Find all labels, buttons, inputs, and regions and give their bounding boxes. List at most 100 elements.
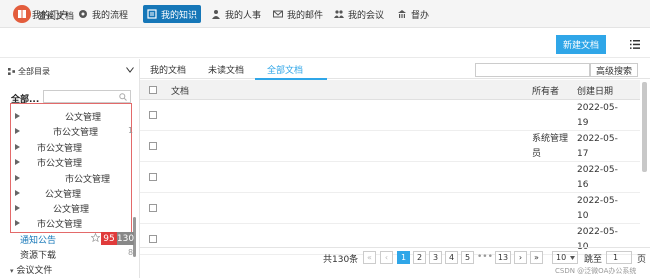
total-count-badge: 130	[116, 232, 135, 245]
nav-item-label: 督办	[411, 10, 430, 21]
first-page-button[interactable]: «	[363, 251, 376, 264]
meeting-icon	[334, 10, 344, 18]
new-document-button[interactable]: 新建文档	[556, 35, 606, 54]
chevron-down-icon	[570, 256, 575, 260]
tab-unread-documents[interactable]: 未读文档	[208, 63, 244, 76]
tree-item[interactable]: 公文管理	[65, 110, 101, 123]
nav-item-hr[interactable]: 我的人事	[207, 5, 265, 23]
nav-item-supervise[interactable]: 督办	[393, 5, 433, 23]
prev-page-button[interactable]: ‹	[380, 251, 393, 264]
page-button[interactable]: 3	[429, 251, 442, 264]
cell-created-date: 2022-05-16	[577, 165, 618, 190]
workflow-icon	[79, 10, 87, 18]
column-header-created[interactable]: 创建日期	[577, 84, 613, 97]
tree-item-count: 1	[128, 126, 134, 135]
directory-select[interactable]: 全部目录	[8, 64, 134, 78]
expand-arrow-icon[interactable]	[15, 159, 20, 165]
expand-arrow-icon[interactable]	[15, 175, 20, 181]
tree-item[interactable]: 市公文管理	[37, 141, 82, 154]
caret-down-icon: ▾	[10, 267, 14, 275]
tree-item[interactable]: 公文管理	[53, 202, 89, 215]
tree-item[interactable]: 市公文管理	[65, 172, 110, 185]
chevron-down-icon	[126, 67, 134, 73]
tree-item-meeting[interactable]: ▾ 会议文件	[10, 263, 52, 276]
person-icon	[212, 10, 220, 19]
row-checkbox[interactable]	[149, 173, 157, 181]
tree-item-resource[interactable]: 资源下载	[20, 248, 56, 261]
table-row[interactable]: 2022-05-16	[140, 163, 640, 193]
jump-label: 跳至	[584, 255, 603, 265]
table-header: 文档 所有者 创建日期	[140, 80, 640, 100]
tree-item-notice[interactable]: 通知公告	[20, 233, 56, 246]
tree-item-label: 会议文件	[16, 266, 53, 276]
page-header	[0, 30, 650, 58]
nav-item-label: 我的流程	[92, 10, 129, 21]
resource-count: 8	[128, 248, 134, 257]
menu-icon[interactable]	[630, 40, 640, 49]
search-icon	[119, 93, 127, 101]
knowledge-icon	[147, 9, 157, 19]
page-button[interactable]: 1	[397, 251, 410, 264]
row-checkbox[interactable]	[149, 235, 157, 243]
advanced-search-button[interactable]: 高级搜索	[590, 63, 638, 77]
page-button[interactable]: 2	[413, 251, 426, 264]
last-page-button[interactable]: »	[530, 251, 543, 264]
watermark: CSDN @泛微OA办公系统	[555, 267, 637, 275]
book-icon	[18, 10, 26, 18]
nav-item-mail[interactable]: 我的邮件	[269, 5, 327, 23]
tree-item[interactable]: 市公文管理	[37, 156, 82, 169]
page-size-select[interactable]: 10	[552, 251, 578, 264]
row-checkbox[interactable]	[149, 204, 157, 212]
expand-arrow-icon[interactable]	[15, 144, 20, 150]
nav-item-label: 我的知识	[161, 10, 198, 21]
nav-item-label: 我的邮件	[287, 10, 324, 21]
row-checkbox[interactable]	[149, 142, 157, 150]
column-header-document[interactable]: 文档	[171, 84, 189, 97]
jump-page-input[interactable]: 1	[606, 251, 632, 264]
select-all-checkbox[interactable]	[149, 86, 157, 94]
page-title: 查阅文档	[38, 12, 75, 22]
tab-my-documents[interactable]: 我的文档	[150, 63, 186, 76]
page-suffix: 页	[637, 255, 647, 265]
star-icon[interactable]	[91, 233, 100, 242]
document-search-input[interactable]	[475, 63, 590, 77]
nav-item-workflow[interactable]: 我的流程	[74, 5, 132, 23]
tree-item[interactable]: 市公文管理	[37, 217, 82, 230]
directory-icon	[8, 67, 15, 75]
unread-count-badge: 95	[101, 232, 117, 245]
tab-all-documents[interactable]: 全部文档	[267, 63, 303, 76]
cell-created-date: 2022-05-10	[577, 196, 618, 221]
expand-arrow-icon[interactable]	[15, 190, 20, 196]
nav-item-label: 我的人事	[225, 10, 262, 21]
supervise-icon	[398, 10, 406, 18]
cell-created-date: 2022-05-19	[577, 103, 618, 128]
total-count: 共130条	[323, 255, 359, 265]
table-scrollbar[interactable]	[642, 82, 647, 172]
tree-search-input[interactable]	[43, 90, 131, 103]
row-checkbox[interactable]	[149, 111, 157, 119]
tree-item[interactable]: 公文管理	[45, 187, 81, 200]
table-row[interactable]: 2022-05-10	[140, 194, 640, 224]
nav-item-label: 我的会议	[348, 10, 385, 21]
cell-owner: 系统管理员	[532, 134, 569, 159]
page-size-value: 10	[556, 253, 567, 262]
nav-item-knowledge[interactable]: 我的知识	[143, 5, 202, 23]
cell-created-date: 2022-05-17	[577, 134, 618, 159]
page-ellipsis: •••	[477, 252, 493, 262]
column-header-owner[interactable]: 所有者	[532, 84, 559, 97]
expand-arrow-icon[interactable]	[15, 205, 20, 211]
next-page-button[interactable]: ›	[514, 251, 527, 264]
table-row[interactable]: 2022-05-19	[140, 101, 640, 131]
top-nav: 我的门户 我的流程 我的知识 我的人事 我的邮件 我的会议 督办	[0, 0, 650, 28]
expand-arrow-icon[interactable]	[15, 113, 20, 119]
tree-item[interactable]: 市公文管理	[53, 125, 98, 138]
expand-arrow-icon[interactable]	[15, 220, 20, 226]
expand-arrow-icon[interactable]	[15, 128, 20, 134]
directory-select-value: 全部目录	[18, 66, 50, 76]
table-row[interactable]: 系统管理员 2022-05-17	[140, 132, 640, 162]
page-button[interactable]: 5	[461, 251, 474, 264]
app-logo	[13, 5, 31, 23]
nav-item-meeting[interactable]: 我的会议	[330, 5, 388, 23]
page-button[interactable]: 4	[445, 251, 458, 264]
last-page-number[interactable]: 13	[495, 251, 511, 264]
